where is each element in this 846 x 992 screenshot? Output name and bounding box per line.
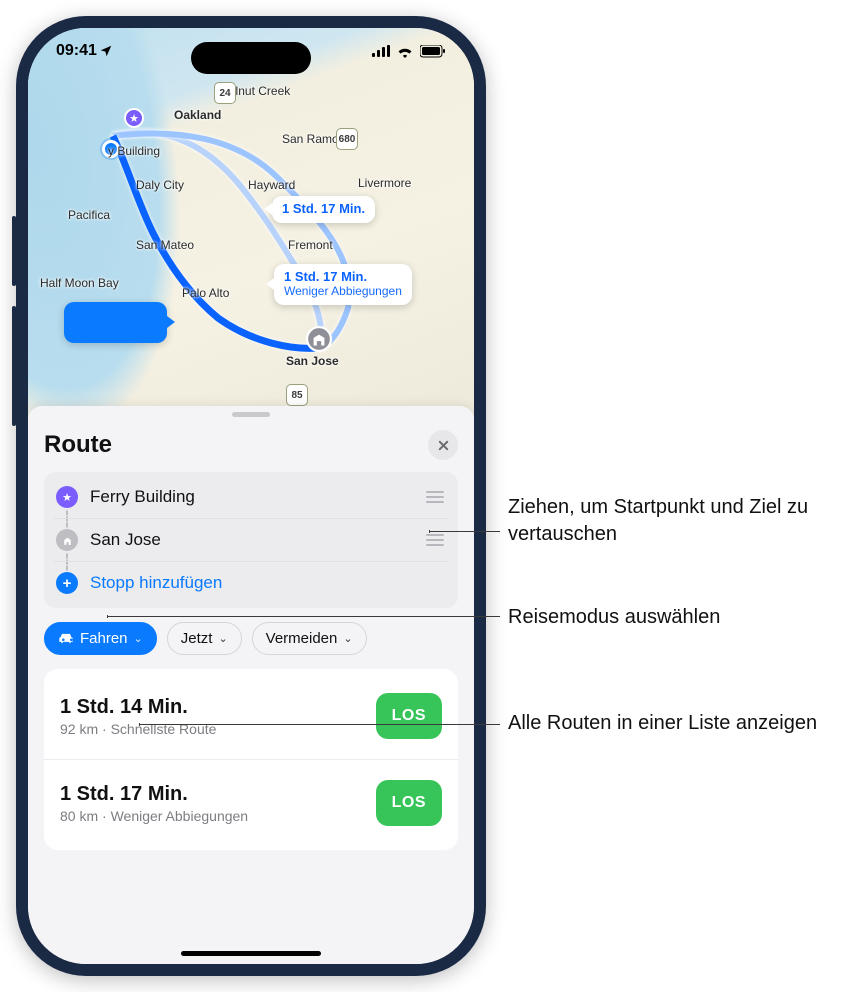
route-time: 1 Std. 14 Min. [60, 696, 216, 719]
origin-icon: ★ [56, 486, 78, 508]
callout-time: 1 Std. 17 Min. [284, 269, 367, 284]
screen: 09:41 [28, 28, 474, 964]
reorder-handle[interactable] [424, 534, 446, 546]
sheet-grabber[interactable] [232, 412, 270, 417]
phone-frame: 09:41 [16, 16, 486, 976]
route-meta: 80 km · Weniger Abbiegungen [60, 808, 248, 824]
annotation-list: Alle Routen in einer Liste anzeigen [508, 710, 817, 737]
destination-label: San Jose [90, 530, 412, 550]
route-callout-alt2[interactable]: 1 Std. 17 Min. Weniger Abbiegungen [274, 264, 412, 305]
callout-time: 1 Std. 17 Min. [282, 201, 365, 216]
car-icon [58, 632, 74, 645]
dynamic-island [191, 42, 311, 74]
close-button[interactable] [428, 430, 458, 460]
sheet-title: Route [44, 431, 112, 459]
battery-icon [420, 45, 446, 58]
callout-time: 1 Std. 14 Min. [74, 307, 157, 322]
reorder-handle[interactable] [424, 491, 446, 503]
route-callout-fastest[interactable]: 1 Std. 14 Min. Schnellste [64, 302, 167, 343]
route-callout-alt1[interactable]: 1 Std. 17 Min. [272, 196, 375, 223]
travel-mode-label: Fahren [80, 630, 128, 647]
stops-card: ★ Ferry Building San Jose + [44, 472, 458, 608]
chevron-down-icon: ⌄ [343, 632, 352, 645]
current-location-dot [102, 140, 120, 158]
route-option[interactable]: 1 Std. 17 Min. 80 km · Weniger Abbiegung… [44, 759, 458, 846]
destination-pin-icon[interactable] [306, 326, 332, 352]
filter-bar: Fahren ⌄ Jetzt ⌄ Vermeiden ⌄ [44, 622, 458, 655]
go-button[interactable]: LOS [376, 693, 442, 739]
annotation-lead [430, 531, 500, 532]
chevron-down-icon: ⌄ [218, 632, 227, 645]
wifi-icon [396, 45, 414, 58]
chevron-down-icon: ⌄ [134, 632, 143, 645]
route-time: 1 Std. 17 Min. [60, 783, 248, 806]
highway-shield: 680 [336, 128, 358, 150]
route-sheet[interactable]: Route ★ Ferry Building [28, 406, 474, 964]
annotation-swap: Ziehen, um Startpunkt und Ziel zu vertau… [508, 494, 846, 548]
stop-row-destination[interactable]: San Jose [54, 518, 448, 561]
highway-shield: 85 [286, 384, 308, 406]
status-time: 09:41 [56, 42, 97, 60]
annotation-lead [108, 616, 500, 617]
close-icon [437, 439, 450, 452]
depart-time-chip[interactable]: Jetzt ⌄ [167, 622, 242, 655]
travel-mode-chip[interactable]: Fahren ⌄ [44, 622, 157, 655]
annotation-lead [140, 724, 500, 725]
routes-list: 1 Std. 14 Min. 92 km · Schnellste Route … [44, 669, 458, 850]
callout-sub: Schnellste [74, 323, 157, 337]
go-button[interactable]: LOS [376, 780, 442, 826]
add-stop-icon: + [56, 572, 78, 594]
avoid-chip[interactable]: Vermeiden ⌄ [252, 622, 367, 655]
highway-shield: 24 [214, 82, 236, 104]
add-stop-row[interactable]: + Stopp hinzufügen [54, 561, 448, 604]
callout-sub: Weniger Abbiegungen [284, 285, 402, 299]
annotation-mode: Reisemodus auswählen [508, 604, 720, 631]
origin-pin-icon[interactable]: ★ [124, 108, 144, 128]
origin-label: Ferry Building [90, 487, 412, 507]
location-services-icon [99, 44, 113, 58]
add-stop-label: Stopp hinzufügen [90, 573, 446, 593]
home-indicator[interactable] [181, 951, 321, 956]
route-option[interactable]: 1 Std. 14 Min. 92 km · Schnellste Route … [44, 673, 458, 759]
stop-row-origin[interactable]: ★ Ferry Building [54, 476, 448, 518]
destination-icon [56, 529, 78, 551]
depart-time-label: Jetzt [181, 630, 213, 647]
cellular-icon [372, 45, 390, 57]
map-view[interactable]: ★ Walnut CreekOaklandSan Ramony Building… [28, 28, 474, 418]
avoid-label: Vermeiden [266, 630, 338, 647]
